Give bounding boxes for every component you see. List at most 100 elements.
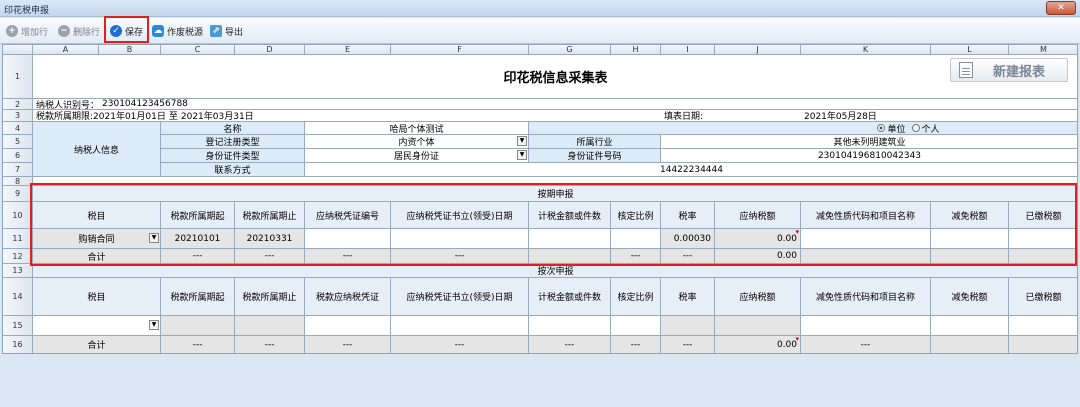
period-cell[interactable]: 税款所属期限: 2021年01月01日 至 2021年03月31日	[33, 110, 661, 122]
times-tax-cell[interactable]	[715, 316, 801, 336]
dropdown-arrow-icon[interactable]: ▼	[517, 150, 527, 160]
period-header: 应纳税凭证编号	[305, 202, 391, 229]
voucher-no-cell[interactable]	[305, 229, 391, 249]
export-button[interactable]: ⇗ 导出	[210, 23, 243, 39]
total-dash: ---	[235, 249, 305, 264]
column-header[interactable]: A	[33, 45, 99, 55]
relief-amount-cell[interactable]	[931, 229, 1009, 249]
paid-amount-cell[interactable]	[1009, 229, 1077, 249]
name-value[interactable]: 哈局个体测试	[305, 122, 529, 135]
voucher-date-cell[interactable]	[391, 229, 529, 249]
times-rate-cell[interactable]	[661, 316, 715, 336]
row-header[interactable]: 9	[3, 186, 33, 202]
id-no-label: 身份证件号码	[529, 149, 661, 163]
dropdown-arrow-icon[interactable]: ▼	[149, 320, 159, 330]
ratio-cell[interactable]	[611, 229, 661, 249]
id-no-value[interactable]: 230104196810042343	[661, 149, 1077, 163]
total-paid-cell	[1009, 249, 1077, 264]
period-end-cell[interactable]: 20210331	[235, 229, 305, 249]
delete-row-button[interactable]: − 删除行	[58, 23, 100, 39]
tax-amount-cell[interactable]	[529, 229, 611, 249]
row-header[interactable]: 11	[3, 229, 33, 249]
times-header: 应纳税凭证书立(领受)日期	[391, 278, 529, 316]
column-header[interactable]: D	[235, 45, 305, 55]
times-relief-code-cell[interactable]	[801, 316, 931, 336]
radio-unit-icon[interactable]	[877, 124, 886, 132]
column-header[interactable]: E	[305, 45, 391, 55]
row-header[interactable]: 8	[3, 177, 33, 186]
comment-marker-icon: ▾	[795, 336, 799, 343]
window-title: 印花税申报	[4, 6, 50, 16]
contact-value[interactable]: 14422234444	[305, 163, 1077, 177]
fill-date-value[interactable]: 2021年05月28日	[801, 110, 1077, 122]
total-amount-cell	[529, 249, 611, 264]
fill-date-label: 填表日期:	[661, 110, 801, 122]
times-item-select[interactable]: ▼	[33, 316, 161, 336]
close-button[interactable]: ✕	[1046, 1, 1076, 15]
times-end-cell[interactable]	[235, 316, 305, 336]
name-label: 名称	[161, 122, 305, 135]
column-header[interactable]: G	[529, 45, 611, 55]
void-source-button[interactable]: ☁ 作废税源	[152, 23, 203, 39]
times-header: 应纳税额	[715, 278, 801, 316]
radio-individual-label[interactable]: 个人	[922, 122, 940, 135]
times-amount-cell[interactable]	[529, 316, 611, 336]
relief-code-cell[interactable]	[801, 229, 931, 249]
industry-value[interactable]: 其他未列明建筑业	[661, 135, 1077, 149]
total-dash: ---	[161, 249, 235, 264]
column-header[interactable]: M	[1009, 45, 1077, 55]
add-row-button[interactable]: + 增加行	[6, 23, 48, 39]
times-start-cell[interactable]	[161, 316, 235, 336]
rate-cell[interactable]: 0.00030	[661, 229, 715, 249]
row-header[interactable]: 3	[3, 110, 33, 122]
column-header[interactable]: C	[161, 45, 235, 55]
row-header[interactable]: 7	[3, 163, 33, 177]
taxpayer-id-cell[interactable]: 纳税人识别号： 230104123456788	[33, 99, 1077, 110]
row-header[interactable]: 14	[3, 278, 33, 316]
times-date-cell[interactable]	[391, 316, 529, 336]
radio-individual-icon[interactable]	[911, 124, 920, 132]
column-header[interactable]: L	[931, 45, 1009, 55]
tax-item-value: 购销合同	[78, 235, 115, 245]
reg-type-select[interactable]: 内资个体 ▼	[305, 135, 529, 149]
row-header[interactable]: 4	[3, 122, 33, 135]
row-header[interactable]: 10	[3, 202, 33, 229]
export-label: 导出	[225, 27, 244, 38]
period-start-cell[interactable]: 20210101	[161, 229, 235, 249]
column-header[interactable]: F	[391, 45, 529, 55]
times-relief-amount-cell[interactable]	[931, 316, 1009, 336]
new-report-button[interactable]: 新建报表	[950, 58, 1068, 82]
tax-payable-cell[interactable]: 0.00 ▾	[715, 229, 801, 249]
column-header[interactable]: I	[661, 45, 715, 55]
row-header[interactable]: 15	[3, 316, 33, 336]
times-total-tax-value: 0.00	[776, 339, 797, 350]
minus-icon: −	[58, 25, 70, 37]
column-header[interactable]: B	[99, 45, 161, 55]
row-header[interactable]: 16	[3, 336, 33, 353]
row-header[interactable]: 6	[3, 149, 33, 163]
dropdown-arrow-icon[interactable]: ▼	[517, 136, 527, 146]
row-header[interactable]: 13	[3, 264, 33, 278]
radio-unit-label[interactable]: 单位	[887, 122, 905, 135]
times-ratio-cell[interactable]	[611, 316, 661, 336]
row-header[interactable]: 5	[3, 135, 33, 149]
column-header[interactable]: J	[715, 45, 801, 55]
period-to: 至	[168, 112, 178, 122]
row-header[interactable]: 1	[3, 55, 33, 99]
tax-item-select[interactable]: 购销合同 ▼	[33, 229, 161, 249]
times-paid-cell[interactable]	[1009, 316, 1077, 336]
id-type-select[interactable]: 居民身份证 ▼	[305, 149, 529, 163]
column-header[interactable]: H	[611, 45, 661, 55]
spacer-row[interactable]	[33, 177, 1077, 186]
times-total-paid-cell	[1009, 336, 1077, 353]
dropdown-arrow-icon[interactable]: ▼	[149, 233, 159, 243]
row-header[interactable]: 12	[3, 249, 33, 264]
times-voucher-cell[interactable]	[305, 316, 391, 336]
column-header[interactable]: K	[801, 45, 931, 55]
times-header: 减免税额	[931, 278, 1009, 316]
form-title-cell[interactable]: 印花税信息采集表	[33, 55, 1077, 99]
plus-icon: +	[6, 25, 18, 37]
corner-cell[interactable]	[3, 45, 33, 55]
times-total-dash: ---	[391, 336, 529, 353]
row-header[interactable]: 2	[3, 99, 33, 110]
